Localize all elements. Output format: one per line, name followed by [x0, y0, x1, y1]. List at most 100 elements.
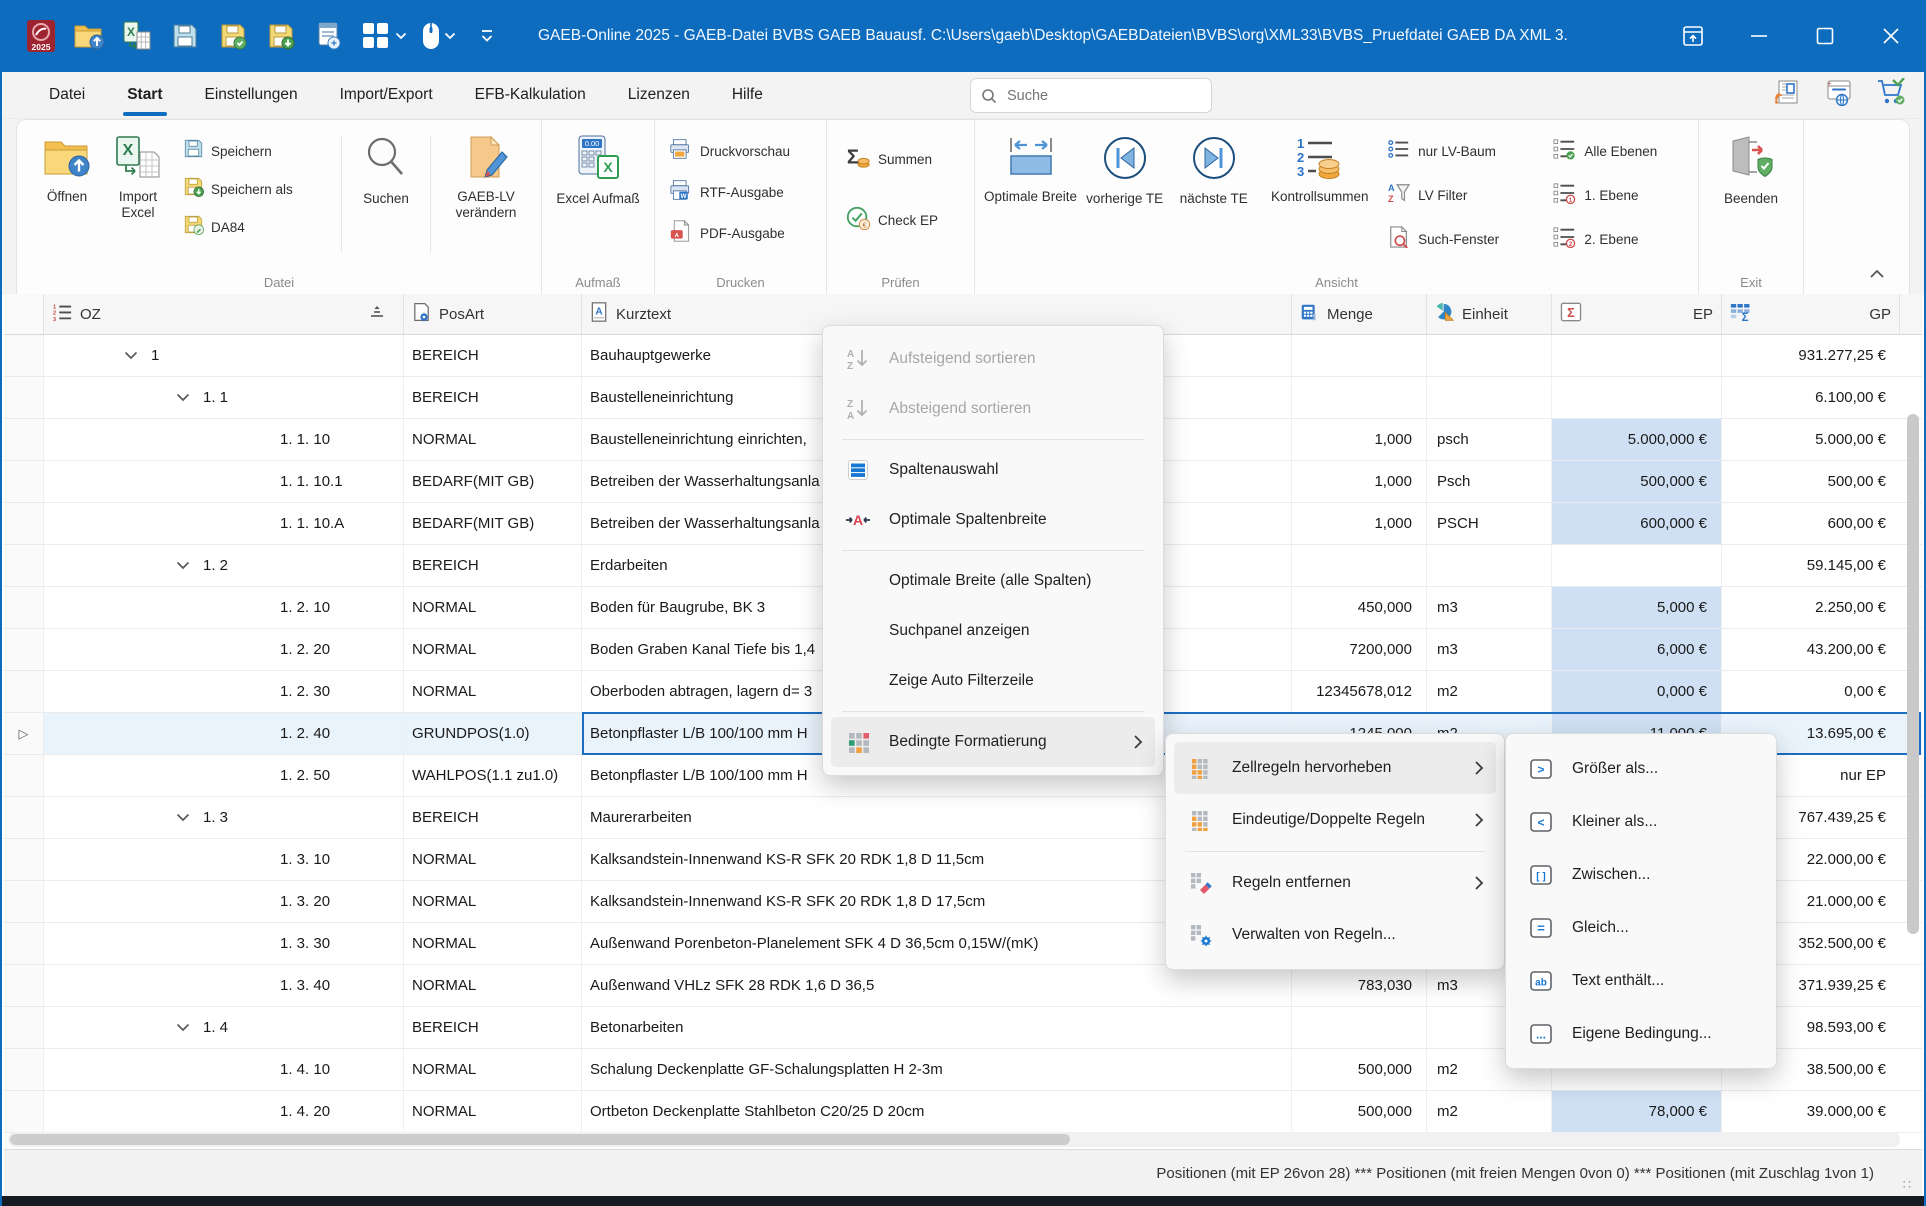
news-feed-icon[interactable]: [1772, 77, 1802, 107]
column-header-gp[interactable]: Σ GP: [1722, 294, 1900, 334]
cell-oz: 1. 3. 40: [44, 965, 404, 1006]
rtf-ausgabe-button[interactable]: W RTF-Ausgabe: [669, 177, 790, 208]
rules-submenu-item-text-enthält[interactable]: abText enthält...: [1514, 954, 1768, 1007]
tab-lizenzen[interactable]: Lizenzen: [607, 72, 711, 118]
oeffnen-button[interactable]: Öffnen: [31, 130, 103, 209]
naechste-te-button[interactable]: nächste TE: [1169, 130, 1258, 211]
context-menu-item-bedingte-formatierung[interactable]: Bedingte Formatierung: [831, 717, 1155, 767]
vertical-scrollbar[interactable]: [1907, 414, 1919, 934]
cell-oz: 1. 2. 40: [44, 713, 404, 754]
rules-submenu-item-grö-er-als[interactable]: >Größer als...: [1514, 742, 1768, 795]
lv-filter-button[interactable]: AZ LV Filter: [1387, 180, 1553, 211]
qat-overflow-button[interactable]: [470, 19, 504, 53]
cell-kurztext: Betonarbeiten: [582, 1007, 1292, 1048]
cell-menge: 1,000: [1292, 503, 1427, 544]
tab-import-export[interactable]: Import/Export: [319, 72, 454, 118]
minimize-button[interactable]: [1726, 0, 1792, 72]
svg-text:1: 1: [1297, 136, 1304, 151]
save-button[interactable]: [168, 19, 202, 53]
rules-submenu-item-kleiner-als[interactable]: <Kleiner als...: [1514, 795, 1768, 848]
beenden-button[interactable]: Beenden: [1706, 130, 1796, 211]
context-menu-item-optimale-breite-alle-spalten[interactable]: Optimale Breite (alle Spalten): [831, 556, 1155, 606]
speichern-als-button[interactable]: Speichern als: [183, 174, 335, 204]
tree-expand-chevron-icon[interactable]: [176, 393, 190, 402]
gaeb-lv-veraendern-button[interactable]: GAEB-LV verändern: [437, 130, 535, 225]
kontrollsummen-button[interactable]: 123 Kontrollsummen: [1258, 130, 1381, 209]
sigma-coins-icon: Σ: [845, 144, 871, 175]
context-menu-item-zeige-auto-filterzeile[interactable]: Zeige Auto Filterzeile: [831, 656, 1155, 706]
rules-submenu-item-eigene-bedingung[interactable]: ...Eigene Bedingung...: [1514, 1007, 1768, 1060]
optimale-breite-button[interactable]: Optimale Breite: [981, 130, 1080, 209]
tree-expand-chevron-icon[interactable]: [124, 351, 138, 360]
svg-text:2: 2: [1297, 150, 1304, 165]
maximize-button[interactable]: [1792, 0, 1858, 72]
pdf-ausgabe-button[interactable]: A PDF-Ausgabe: [669, 218, 790, 249]
suchen-button[interactable]: Suchen: [348, 130, 424, 211]
such-fenster-button[interactable]: Such-Fenster: [1387, 224, 1553, 255]
shop-cart-icon[interactable]: [1876, 77, 1906, 107]
cell-posart: BEDARF(MIT GB): [404, 461, 582, 502]
column-header-ep[interactable]: Σ EP: [1552, 294, 1722, 334]
column-header-oz[interactable]: 123 OZ: [44, 294, 404, 334]
import-excel-button[interactable]: X Import Excel: [103, 130, 173, 225]
column-header-posart[interactable]: PosArt: [404, 294, 582, 334]
import-excel-button[interactable]: X: [120, 19, 154, 53]
mouse-settings-button[interactable]: [421, 21, 456, 51]
sort-az-icon: AZ: [845, 347, 871, 371]
vorherige-te-button[interactable]: vorherige TE: [1080, 130, 1169, 211]
alle-ebenen-button[interactable]: Alle Ebenen: [1553, 136, 1692, 167]
ebene-1-button[interactable]: 1 1. Ebene: [1553, 180, 1692, 211]
rules-submenu-item-zwischen[interactable]: [ ]Zwischen...: [1514, 848, 1768, 901]
web-window-icon[interactable]: [1824, 77, 1854, 107]
nur-lv-baum-button[interactable]: nur LV-Baum: [1387, 136, 1553, 167]
horizontal-scrollbar[interactable]: [8, 1132, 1900, 1147]
context-menu-item-optimale-spaltenbreite[interactable]: AOptimale Spaltenbreite: [831, 495, 1155, 545]
search-box[interactable]: [970, 78, 1212, 113]
cf-submenu-item-zellregeln-hervorheben[interactable]: Zellregeln hervorheben: [1174, 742, 1496, 794]
check-ep-button[interactable]: € Check EP: [845, 203, 938, 238]
cf-submenu-item-verwalten-von-regeln[interactable]: Verwalten von Regeln...: [1174, 909, 1496, 961]
close-button[interactable]: [1858, 0, 1924, 72]
speichern-button[interactable]: Speichern: [183, 136, 335, 166]
dock-window-button[interactable]: [1660, 0, 1726, 72]
tree-expand-chevron-icon[interactable]: [176, 813, 190, 822]
tree-expand-chevron-icon[interactable]: [176, 561, 190, 570]
cell-posart: NORMAL: [404, 839, 582, 880]
resize-grip[interactable]: ∷: [1903, 1181, 1912, 1188]
table-row[interactable]: 1. 4. 20NORMALOrtbeton Deckenplatte Stah…: [4, 1091, 1922, 1133]
svg-text:A: A: [847, 411, 854, 421]
tab-einstellungen[interactable]: Einstellungen: [184, 72, 319, 118]
view-grid-button[interactable]: [360, 20, 407, 52]
ribbon-collapse-button[interactable]: [1869, 266, 1885, 284]
horizontal-scrollbar-thumb[interactable]: [10, 1134, 1070, 1145]
da84-button[interactable]: DA84: [183, 212, 335, 242]
cf-submenu-item-regeln-entfernen[interactable]: Regeln entfernen: [1174, 857, 1496, 909]
excel-aufmass-button[interactable]: 0.00X Excel Aufmaß: [551, 130, 645, 211]
context-menu-item-suchpanel-anzeigen[interactable]: Suchpanel anzeigen: [831, 606, 1155, 656]
next-circle-icon: [1190, 134, 1238, 187]
save-download-button[interactable]: [264, 19, 298, 53]
context-menu-item-spaltenauswahl[interactable]: Spaltenauswahl: [831, 445, 1155, 495]
print-preview-button[interactable]: [312, 19, 346, 53]
druckvorschau-button[interactable]: Druckvorschau: [669, 136, 790, 167]
cell-posart: BEREICH: [404, 377, 582, 418]
rules-submenu-item-gleich[interactable]: =Gleich...: [1514, 901, 1768, 954]
save-as-button[interactable]: [216, 19, 250, 53]
cf-submenu-item-eindeutige-doppelte-regeln[interactable]: Eindeutige/Doppelte Regeln: [1174, 794, 1496, 846]
tab-efb-kalkulation[interactable]: EFB-Kalkulation: [454, 72, 607, 118]
tree-expand-chevron-icon[interactable]: [176, 1023, 190, 1032]
printer-preview-icon: [669, 138, 693, 165]
window-title: GAEB-Online 2025 - GAEB-Datei BVBS GAEB …: [538, 27, 1568, 45]
tab-datei[interactable]: Datei: [28, 72, 106, 118]
summen-button[interactable]: Σ Summen: [845, 142, 938, 177]
search-input[interactable]: [1005, 87, 1169, 105]
tab-start[interactable]: Start: [106, 72, 183, 118]
cell-oz: 1. 4: [44, 1007, 404, 1048]
open-folder-button[interactable]: [72, 19, 106, 53]
page-a-icon: A: [590, 302, 608, 326]
column-header-einheit[interactable]: Einheit: [1427, 294, 1552, 334]
conditional-formatting-submenu: Zellregeln hervorhebenEindeutige/Doppelt…: [1165, 733, 1505, 970]
column-header-menge[interactable]: Menge: [1292, 294, 1427, 334]
tab-hilfe[interactable]: Hilfe: [711, 72, 784, 118]
ebene-2-button[interactable]: 2 2. Ebene: [1553, 224, 1692, 255]
